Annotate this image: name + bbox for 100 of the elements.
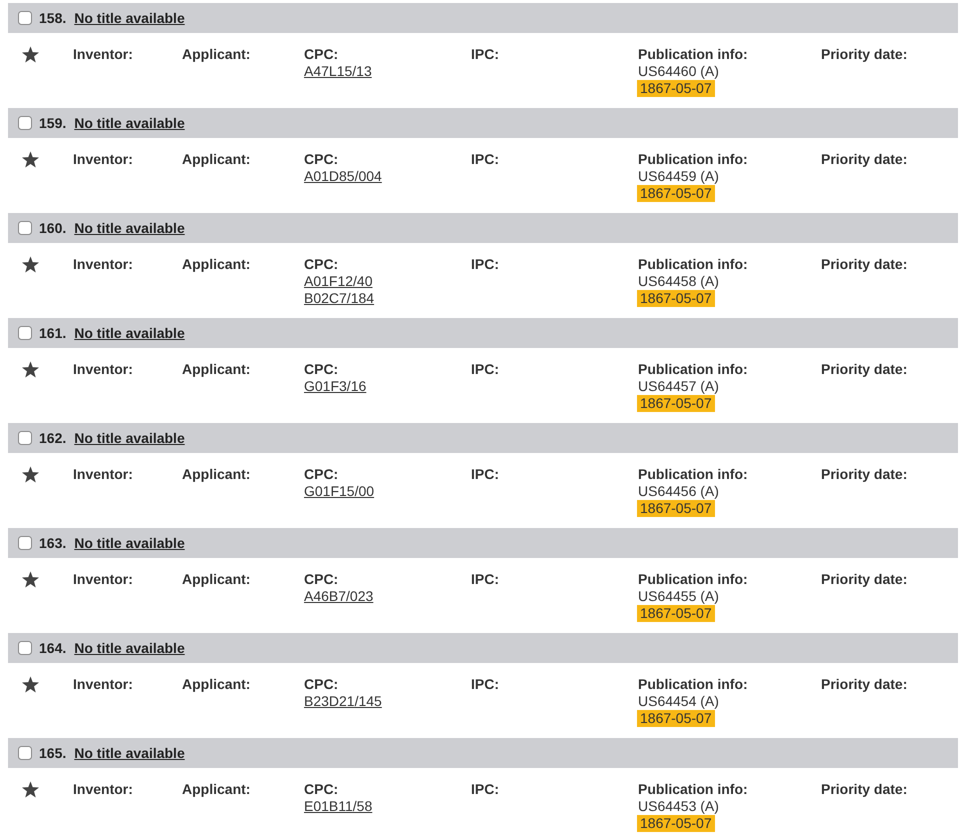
classification-link[interactable]: A01F12/40	[304, 273, 372, 290]
field-label: Inventor:	[73, 781, 134, 798]
field-label: Priority date:	[821, 676, 908, 693]
classification-link[interactable]: B23D21/145	[304, 693, 382, 710]
classification-link[interactable]: G01F3/16	[304, 378, 366, 395]
publication-number: US64459 (A)	[638, 168, 719, 185]
field-label: Priority date:	[821, 361, 908, 378]
result-number: 158.	[39, 10, 66, 26]
publication-date: 1867-05-07	[637, 290, 715, 307]
classification-link[interactable]: E01B11/58	[304, 798, 372, 815]
field-label: Inventor:	[73, 256, 134, 273]
result-title-link[interactable]: No title available	[74, 744, 185, 762]
publication-number: US64456 (A)	[638, 483, 719, 500]
select-checkbox[interactable]	[18, 326, 32, 340]
field-label: Priority date:	[821, 466, 908, 483]
field-label: Publication info:	[638, 781, 749, 798]
publication-number: US64457 (A)	[638, 378, 719, 395]
star-icon[interactable]	[22, 361, 39, 378]
select-checkbox[interactable]	[18, 431, 32, 445]
field-label: Applicant:	[182, 361, 252, 378]
result-title-link[interactable]: No title available	[74, 10, 185, 26]
classification-link[interactable]: A47L15/13	[304, 63, 372, 80]
classification-link[interactable]: A01D85/004	[304, 168, 382, 185]
field-label: IPC:	[471, 676, 500, 693]
field-label: Applicant:	[182, 466, 252, 483]
field-label: IPC:	[471, 571, 500, 588]
field-label: Publication info:	[638, 46, 749, 63]
star-icon[interactable]	[22, 781, 39, 798]
publication-number: US64455 (A)	[638, 588, 719, 605]
result-title-link[interactable]: No title available	[74, 640, 185, 656]
select-checkbox[interactable]	[18, 641, 32, 655]
publication-number: US64460 (A)	[638, 63, 719, 80]
field-label: Publication info:	[638, 466, 749, 483]
field-label: Priority date:	[821, 781, 908, 798]
star-icon[interactable]	[22, 151, 39, 168]
result-title-link[interactable]: No title available	[74, 324, 185, 342]
publication-number: US64453 (A)	[638, 798, 719, 815]
publication-date: 1867-05-07	[637, 80, 715, 97]
field-label: Applicant:	[182, 151, 252, 168]
field-label: IPC:	[471, 466, 500, 483]
select-checkbox[interactable]	[18, 221, 32, 235]
publication-date: 1867-05-07	[637, 710, 715, 727]
field-label: Publication info:	[638, 676, 749, 693]
publication-date: 1867-05-07	[637, 500, 715, 517]
publication-date: 1867-05-07	[637, 395, 715, 412]
classification-link[interactable]: B02C7/184	[304, 290, 374, 307]
field-label: Inventor:	[73, 151, 134, 168]
field-label: Publication info:	[638, 151, 749, 168]
field-label: Applicant:	[182, 676, 252, 693]
field-label: Inventor:	[73, 676, 134, 693]
field-label: CPC:	[304, 676, 340, 693]
result-title-link[interactable]: No title available	[74, 430, 185, 446]
field-label: CPC:	[304, 571, 340, 588]
field-label: CPC:	[304, 46, 340, 63]
select-checkbox[interactable]	[18, 746, 32, 760]
field-label: IPC:	[471, 46, 500, 63]
field-label: Priority date:	[821, 151, 908, 168]
field-label: IPC:	[471, 256, 500, 273]
field-label: Inventor:	[73, 46, 134, 63]
publication-date: 1867-05-07	[637, 185, 715, 202]
result-number: 161.	[39, 324, 66, 342]
field-label: Priority date:	[821, 256, 908, 273]
field-label: Priority date:	[821, 46, 908, 63]
field-label: Applicant:	[182, 256, 252, 273]
publication-number: US64458 (A)	[638, 273, 719, 290]
field-label: CPC:	[304, 361, 340, 378]
select-checkbox[interactable]	[18, 536, 32, 550]
result-number: 165.	[39, 744, 66, 762]
field-label: Inventor:	[73, 361, 134, 378]
field-label: IPC:	[471, 361, 500, 378]
star-icon[interactable]	[22, 676, 39, 693]
field-label: Applicant:	[182, 571, 252, 588]
star-icon[interactable]	[22, 46, 39, 63]
publication-date: 1867-05-07	[637, 815, 715, 832]
result-number: 162.	[39, 430, 66, 446]
field-label: Applicant:	[182, 46, 252, 63]
classification-link[interactable]: A46B7/023	[304, 588, 374, 605]
field-label: Publication info:	[638, 361, 749, 378]
field-label: CPC:	[304, 151, 340, 168]
field-label: Applicant:	[182, 781, 252, 798]
result-number: 160.	[39, 220, 66, 236]
classification-link[interactable]: G01F15/00	[304, 483, 374, 500]
result-title-link[interactable]: No title available	[74, 220, 185, 236]
select-checkbox[interactable]	[18, 116, 32, 130]
result-number: 159.	[39, 114, 66, 132]
field-label: IPC:	[471, 781, 500, 798]
field-label: Publication info:	[638, 256, 749, 273]
result-number: 163.	[39, 534, 66, 552]
field-label: Priority date:	[821, 571, 908, 588]
star-icon[interactable]	[22, 466, 39, 483]
result-title-link[interactable]: No title available	[74, 534, 185, 552]
select-checkbox[interactable]	[18, 11, 32, 25]
field-label: IPC:	[471, 151, 500, 168]
field-label: Inventor:	[73, 571, 134, 588]
star-icon[interactable]	[22, 571, 39, 588]
result-title-link[interactable]: No title available	[74, 114, 185, 132]
field-label: CPC:	[304, 256, 340, 273]
star-icon[interactable]	[22, 256, 39, 273]
result-number: 164.	[39, 640, 66, 656]
field-label: CPC:	[304, 466, 340, 483]
